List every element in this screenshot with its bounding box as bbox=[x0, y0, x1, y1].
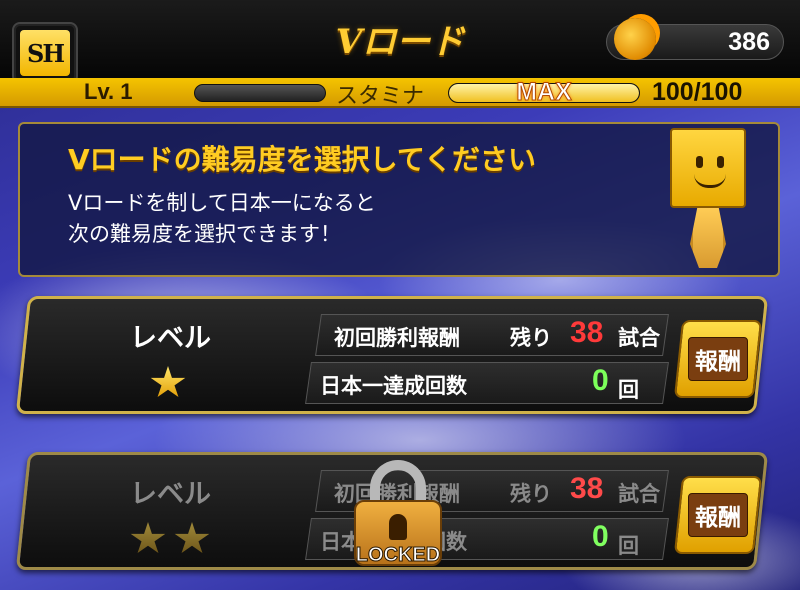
exp-bar bbox=[194, 84, 326, 102]
first-win-label: 初回勝利報酬 bbox=[334, 326, 460, 350]
mascot-mouth bbox=[694, 174, 726, 188]
mascot-head bbox=[670, 128, 746, 208]
reward-button-label: 報酬 bbox=[688, 337, 748, 381]
mascot-character bbox=[670, 128, 750, 270]
remaining-label: 残り bbox=[510, 482, 552, 506]
remaining-games: 38 bbox=[570, 316, 604, 349]
count-unit: 回 bbox=[618, 534, 639, 558]
keyhole-icon bbox=[389, 514, 407, 540]
mascot-eye-left bbox=[696, 156, 703, 168]
count-unit: 回 bbox=[618, 378, 639, 402]
remaining-games: 38 bbox=[570, 472, 604, 505]
instruction-line-2: 次の難易度を選択できます！ bbox=[68, 222, 341, 246]
games-unit: 試合 bbox=[618, 482, 660, 506]
level-label: レベル bbox=[130, 479, 211, 510]
champion-label: 日本一達成回数 bbox=[320, 374, 467, 398]
mascot-body bbox=[690, 208, 726, 268]
level-label: レベル bbox=[130, 323, 211, 354]
reward-button-label: 報酬 bbox=[688, 493, 748, 537]
stamina-max-text: MAX bbox=[516, 78, 573, 107]
remaining-label: 残り bbox=[510, 326, 552, 350]
instruction-body: Vロードを制して日本一になると 次の難易度を選択できます！ bbox=[68, 188, 376, 250]
stamina-label: スタミナ bbox=[336, 84, 425, 109]
level-card-1[interactable]: レベル 初回勝利報酬 残り 38 試合 日本一達成回数 0 回 報酬 bbox=[15, 296, 776, 424]
coin-icon bbox=[614, 18, 656, 60]
games-unit: 試合 bbox=[618, 326, 660, 350]
champion-count: 0 bbox=[592, 520, 609, 553]
lock-icon: LOCKED bbox=[348, 460, 448, 570]
reward-button[interactable]: 報酬 bbox=[673, 476, 763, 554]
coin-amount: 386 bbox=[728, 28, 770, 56]
stamina-value: 100/100 bbox=[652, 78, 743, 106]
champion-count: 0 bbox=[592, 364, 609, 397]
instruction-heading: Vロードの難易度を選択してください bbox=[68, 143, 536, 176]
player-level: Lv. 1 bbox=[84, 79, 133, 104]
locked-label: LOCKED bbox=[355, 544, 441, 567]
mascot-eye-right bbox=[717, 156, 724, 168]
instruction-line-1: Vロードを制して日本一になると bbox=[68, 191, 376, 215]
reward-button[interactable]: 報酬 bbox=[673, 320, 763, 398]
